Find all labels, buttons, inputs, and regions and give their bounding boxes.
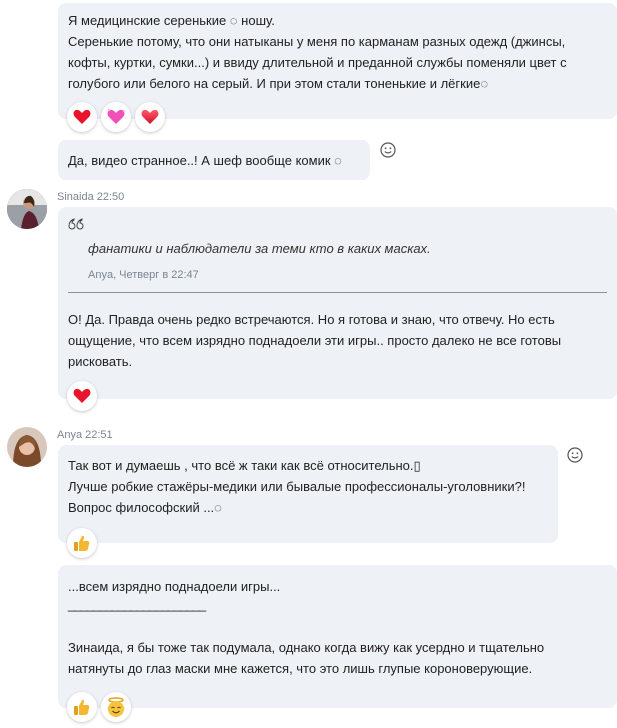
message-bubble: Да, видео странное..! А шеф вообще комик… bbox=[58, 140, 370, 180]
quote-attribution: Anya, Четверг в 22:47 bbox=[88, 269, 199, 281]
add-reaction-smiley-icon[interactable] bbox=[380, 142, 396, 158]
add-reaction-smiley-icon[interactable] bbox=[567, 447, 583, 463]
reaction-heart-pink[interactable] bbox=[101, 102, 131, 132]
reaction-heart-red[interactable] bbox=[67, 102, 97, 132]
message-text: Зинаида, я бы тоже так подумала, однако … bbox=[68, 640, 545, 676]
message-meta: Sinaida 22:50 bbox=[57, 191, 124, 203]
avatar[interactable] bbox=[7, 427, 47, 467]
heart-icon bbox=[73, 388, 91, 403]
message-meta: Anya 22:51 bbox=[57, 429, 113, 441]
thumbs-up-icon bbox=[74, 699, 90, 715]
message-bubble: фанатики и наблюдатели за теми кто в как… bbox=[58, 207, 617, 399]
reactions-bar bbox=[67, 102, 165, 132]
reactions-bar bbox=[67, 528, 97, 558]
reaction-heart-gradient[interactable] bbox=[135, 102, 165, 132]
reaction-thumbs-up[interactable] bbox=[67, 528, 97, 558]
heart-icon bbox=[73, 109, 91, 124]
quote-divider bbox=[68, 292, 607, 293]
angel-face-icon bbox=[108, 697, 124, 717]
sparkling-heart-icon bbox=[107, 108, 125, 124]
message-text: О! Да. Правда очень редко встречаются. Н… bbox=[68, 312, 562, 369]
author-name: Anya bbox=[57, 429, 83, 441]
reaction-angel-face[interactable] bbox=[101, 692, 131, 722]
user-photo-icon bbox=[7, 189, 47, 229]
thumbs-up-icon bbox=[74, 535, 90, 551]
user-photo-icon bbox=[7, 427, 47, 467]
reactions-bar bbox=[67, 692, 131, 722]
author-name: Sinaida bbox=[57, 191, 94, 203]
message-bubble: ...всем изрядно поднадоели игры... _____… bbox=[58, 565, 617, 708]
heart-icon bbox=[141, 109, 159, 124]
reactions-bar bbox=[67, 381, 97, 411]
reaction-thumbs-up[interactable] bbox=[67, 692, 97, 722]
timestamp: 22:51 bbox=[85, 429, 113, 441]
message-text: Я медицинские серенькие ◌ ношу. Сереньки… bbox=[68, 13, 567, 91]
message-bubble: Так вот и думаешь , что всё ж таки как в… bbox=[58, 445, 558, 543]
message-text: Так вот и думаешь , что всё ж таки как в… bbox=[68, 458, 526, 515]
timestamp: 22:50 bbox=[96, 191, 125, 203]
message-text: Да, видео странное..! А шеф вообще комик… bbox=[68, 153, 342, 168]
avatar[interactable] bbox=[7, 189, 47, 229]
quoted-text: фанатики и наблюдатели за теми кто в как… bbox=[88, 241, 431, 256]
reaction-heart-red[interactable] bbox=[67, 381, 97, 411]
quote-mark-icon bbox=[68, 218, 84, 230]
separator-line: ______________________ bbox=[68, 597, 206, 612]
